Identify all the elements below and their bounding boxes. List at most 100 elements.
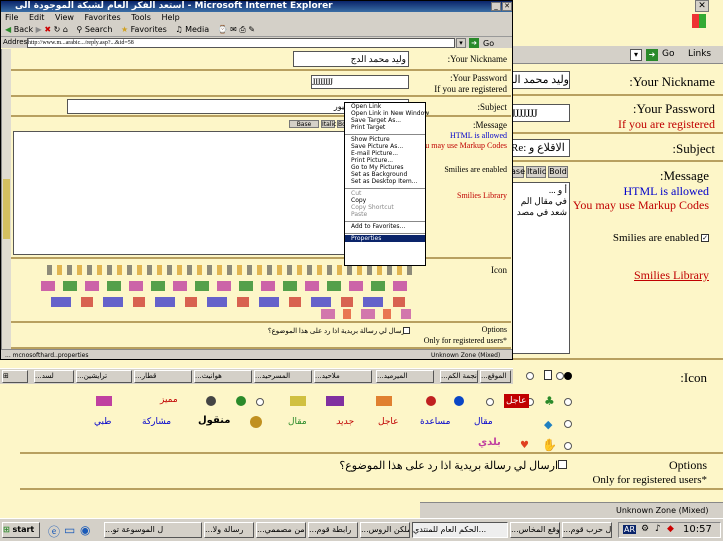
icon-radio[interactable]: [564, 420, 572, 428]
taskbar-button[interactable]: ...رابطة قوم: [308, 522, 358, 538]
front-password-input[interactable]: JJJJJJJJ: [311, 75, 409, 89]
forward-arrow-icon[interactable]: ▶: [36, 25, 42, 34]
taskbar-button[interactable]: ...ل الموسوعة تو: [104, 522, 202, 538]
inner-task-button[interactable]: ...المسرحيد: [254, 370, 312, 383]
ctx-item-print-picture[interactable]: Print Picture...: [345, 157, 425, 164]
taskbar-button[interactable]: ...ل حرب قوم: [562, 522, 612, 538]
back-italic-button[interactable]: Italic: [526, 166, 546, 178]
front-go-arrow-icon[interactable]: ➜: [469, 38, 479, 48]
icon-radio[interactable]: [526, 372, 534, 380]
front-base-button[interactable]: Base: [289, 120, 319, 128]
back-smilies-checkbox[interactable]: ✓: [701, 234, 709, 242]
back-options-checkbox[interactable]: [558, 460, 567, 469]
home-icon[interactable]: ⌂: [63, 25, 68, 34]
back-html-allowed-link[interactable]: HTML is allowed: [623, 184, 709, 199]
media-button[interactable]: Media: [185, 25, 209, 34]
ctx-item-copy[interactable]: Copy: [345, 197, 425, 204]
back-button[interactable]: Back: [14, 25, 33, 34]
front-scroll-thumb[interactable]: [3, 179, 10, 239]
back-nickname-input[interactable]: وليد محمد الدج: [510, 71, 570, 89]
history-icon[interactable]: ⌚: [218, 25, 228, 34]
menu-favorites[interactable]: Favorites: [85, 13, 121, 22]
ctx-item-paste[interactable]: Paste: [345, 211, 425, 218]
front-options-checkbox[interactable]: [403, 327, 410, 334]
menu-view[interactable]: View: [55, 13, 74, 22]
back-message-textarea[interactable]: أ و ... في مقال الم شعد في مصد: [510, 182, 570, 354]
front-go-label[interactable]: Go: [483, 38, 494, 49]
taskbar-button[interactable]: ...من مصممي: [256, 522, 306, 538]
ie-quicklaunch-icon[interactable]: ⓔ: [48, 523, 60, 540]
back-markup-codes-link[interactable]: You may use Markup Codes: [573, 198, 709, 213]
icon-radio-selected[interactable]: [564, 372, 572, 380]
ctx-item-show-picture[interactable]: Show Picture: [345, 136, 425, 143]
back-links-label[interactable]: Links: [688, 49, 711, 59]
inner-task-button[interactable]: ...الميرميد: [376, 370, 434, 383]
front-nickname-input[interactable]: وليد محمد الدج: [293, 51, 409, 67]
taskbar-button[interactable]: ...ملكن الروس: [360, 522, 410, 538]
address-input[interactable]: http://www.m...arabic.../reply.asp?...&i…: [27, 38, 455, 48]
back-close-button[interactable]: ✕: [695, 0, 709, 12]
front-markup-link[interactable]: You may use Markup Codes: [416, 141, 507, 150]
media-icon[interactable]: ♫: [175, 25, 182, 34]
search-icon[interactable]: ⚲: [77, 25, 83, 34]
menu-help[interactable]: Help: [161, 13, 179, 22]
inner-task-button[interactable]: ...لسد: [34, 370, 74, 383]
back-arrow-icon[interactable]: ◀: [5, 25, 11, 34]
icon-radio[interactable]: [486, 398, 494, 406]
print-icon[interactable]: ⎙: [239, 25, 245, 34]
back-smilies-library-link[interactable]: Smilies Library: [634, 268, 709, 283]
favorites-star-icon[interactable]: ★: [121, 25, 128, 34]
ctx-item-add-favorites[interactable]: Add to Favorites...: [345, 223, 425, 230]
menu-edit[interactable]: Edit: [29, 13, 45, 22]
front-left-scrollbar[interactable]: [1, 49, 11, 349]
ctx-item-open-new-window[interactable]: Open Link in New Window: [345, 110, 429, 117]
go-arrow-icon[interactable]: ➜: [646, 49, 658, 61]
language-indicator[interactable]: AR: [623, 525, 637, 534]
ctx-item-properties[interactable]: Properties: [345, 235, 425, 242]
ctx-item-print-target[interactable]: Print Target: [345, 124, 425, 131]
ctx-item-cut[interactable]: Cut: [345, 190, 425, 197]
icon-radio[interactable]: [564, 442, 572, 450]
icon-radio[interactable]: [256, 398, 264, 406]
front-html-link[interactable]: HTML is allowed: [450, 131, 507, 140]
inner-task-button[interactable]: ...ملاحيد: [314, 370, 372, 383]
inner-task-button[interactable]: ...هوانيث: [194, 370, 252, 383]
front-italic-button[interactable]: Italic: [321, 120, 336, 128]
ctx-item-set-background[interactable]: Set as Background: [345, 171, 425, 178]
ctx-item-my-pictures[interactable]: Go to My Pictures: [345, 164, 425, 171]
search-button[interactable]: Search: [85, 25, 112, 34]
inner-task-button[interactable]: ...الموقع: [480, 370, 511, 383]
ctx-item-desktop-item[interactable]: Set as Desktop Item...: [345, 178, 425, 185]
taskbar-button[interactable]: ...الموقع المخاس: [510, 522, 560, 538]
front-minimize-button[interactable]: _: [491, 2, 501, 11]
ctx-item-copy-shortcut[interactable]: Copy Shortcut: [345, 204, 425, 211]
media-quicklaunch-icon[interactable]: ◉: [80, 523, 90, 537]
icon-radio[interactable]: [564, 398, 572, 406]
taskbar-button-active[interactable]: الحكم العام للمنتدي...: [412, 522, 508, 538]
icon-radio[interactable]: [556, 372, 564, 380]
desktop-quicklaunch-icon[interactable]: ▭: [64, 523, 75, 537]
ctx-item-save-picture[interactable]: Save Picture As...: [345, 143, 425, 150]
back-password-input[interactable]: JJJJJJJ: [510, 104, 570, 122]
back-go-label[interactable]: Go: [662, 49, 674, 59]
antivirus-tray-icon[interactable]: ◆: [667, 524, 674, 534]
ctx-item-open-link[interactable]: Open Link: [345, 103, 425, 110]
menu-tools[interactable]: Tools: [131, 13, 151, 22]
volume-tray-icon[interactable]: ♪: [655, 524, 661, 534]
back-bold-button[interactable]: Bold: [548, 166, 568, 178]
ctx-item-email-picture[interactable]: E-mail Picture...: [345, 150, 425, 157]
back-address-dropdown[interactable]: ▾: [630, 49, 642, 61]
inner-task-button[interactable]: ...نجمة الكم: [440, 370, 478, 383]
ctx-item-save-target[interactable]: Save Target As...: [345, 117, 425, 124]
front-smilies-library-link[interactable]: Smilies Library: [457, 191, 507, 200]
inner-start-button[interactable]: ⊞: [2, 370, 28, 383]
clock[interactable]: 10:57: [683, 524, 712, 535]
refresh-icon[interactable]: ↻: [54, 25, 61, 34]
menu-file[interactable]: File: [5, 13, 18, 22]
front-close-button[interactable]: ✕: [502, 2, 512, 11]
inner-task-button[interactable]: ...قطار: [134, 370, 192, 383]
start-button[interactable]: ⊞ start: [2, 522, 40, 538]
address-dropdown[interactable]: ▾: [456, 38, 466, 48]
network-tray-icon[interactable]: ⚙: [641, 524, 649, 534]
taskbar-button[interactable]: ...رسالة ولا: [204, 522, 254, 538]
